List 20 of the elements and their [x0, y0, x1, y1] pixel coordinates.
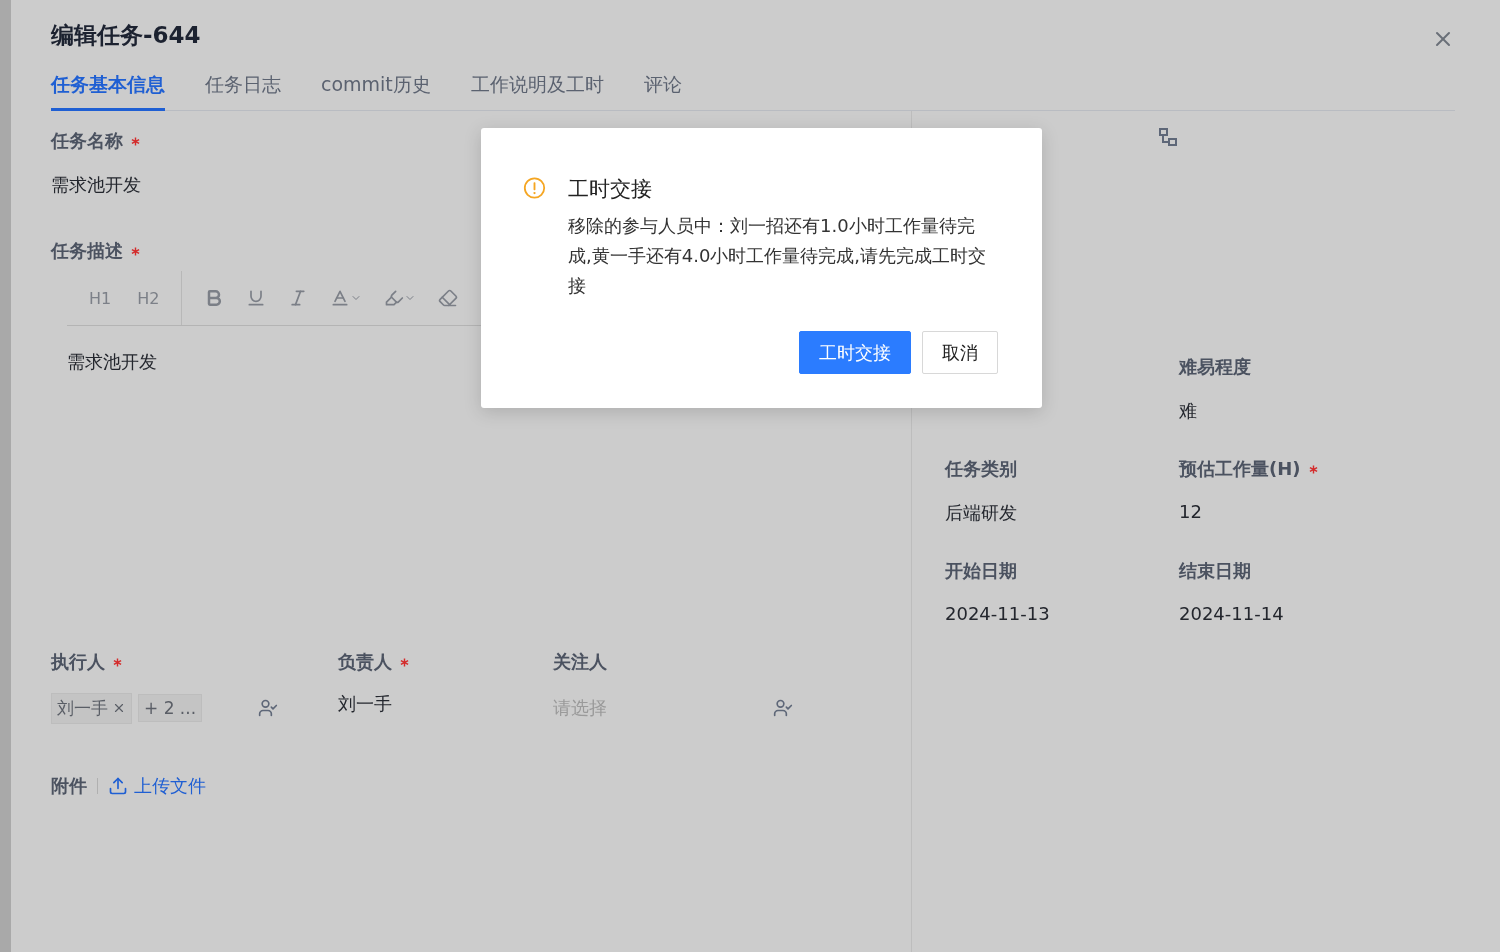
field-value: 2024-11-13 — [945, 603, 1050, 624]
dialog-message: 移除的参与人员中：刘一招还有1.0小时工作量待完成,黄一手还有4.0小时工作量待完成,请先完成工时交接 — [568, 214, 988, 298]
field-value: 刘一手 — [338, 692, 392, 716]
field-label: 附件 — [51, 774, 87, 798]
field-value: 难 — [1179, 399, 1197, 423]
dialog-title: 工时交接 — [568, 176, 653, 203]
field-label: 难易程度 — [1179, 355, 1252, 379]
field-label: 负责人 — [338, 650, 553, 674]
field-label: 关注人 — [553, 650, 608, 674]
field-label: 执行人 — [51, 650, 338, 674]
field-label: 预估工作量(H) — [1179, 457, 1500, 481]
field-value: 需求池开发 — [51, 173, 141, 197]
field-label: 结束日期 — [1179, 559, 1252, 583]
field-label: 任务名称 — [51, 129, 911, 153]
field-label: 开始日期 — [945, 559, 1018, 583]
field-value: 12 — [1179, 501, 1202, 522]
drawer-title: 编辑任务-644 — [51, 20, 201, 50]
field-value: 后端研发 — [945, 501, 1017, 525]
field-label: 任务类别 — [945, 457, 1018, 481]
field-value: 2024-11-14 — [1179, 603, 1284, 624]
